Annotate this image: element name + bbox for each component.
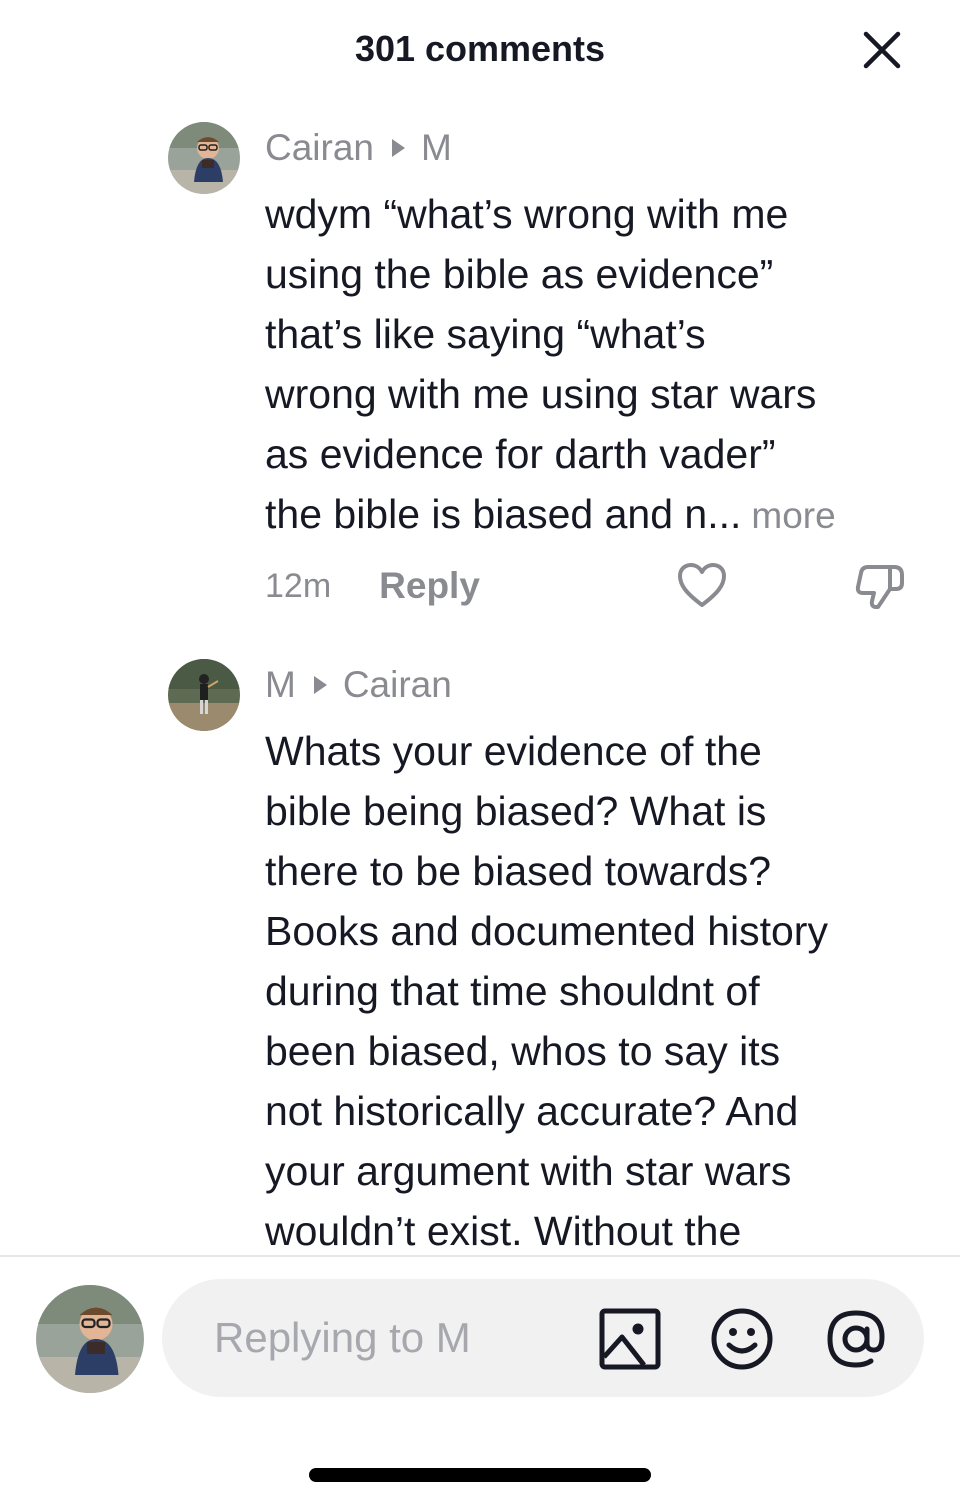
comments-header: 301 comments <box>0 0 960 100</box>
comment-text: Whats your evidence of the bible being b… <box>265 721 945 1255</box>
comment-line: using the bible as evidence” <box>265 251 774 297</box>
home-indicator <box>309 1468 651 1482</box>
truncated-text: the bible is biased and n <box>265 491 708 537</box>
comment-author-row: M Cairan <box>265 663 452 707</box>
comment-text: wdym “what’s wrong with me using the bib… <box>265 184 945 546</box>
comment-line: Whats your evidence of the <box>265 728 762 774</box>
dislike-icon <box>855 565 904 609</box>
comment-line: your argument with star wars <box>265 1148 792 1194</box>
comment-line: as evidence for darth vader” <box>265 431 776 477</box>
avatar[interactable] <box>168 122 240 194</box>
reply-arrow-icon <box>313 676 327 694</box>
comment-author-row: Cairan M <box>265 126 452 170</box>
comment-reply-to[interactable]: Cairan <box>343 664 452 706</box>
close-icon <box>863 31 901 69</box>
comments-count-title: 301 comments <box>354 28 606 69</box>
mention-button[interactable] <box>824 1307 888 1371</box>
comment-reply-to[interactable]: M <box>421 127 452 169</box>
like-button[interactable] <box>676 561 728 611</box>
reply-arrow-icon <box>392 139 405 157</box>
image-button[interactable] <box>598 1307 662 1371</box>
comment-line: during that time shouldnt of <box>265 968 760 1014</box>
comment-line: bible being biased? What is <box>265 788 767 834</box>
comment-meta: 12m Reply <box>265 561 480 611</box>
image-icon <box>599 1308 661 1370</box>
comment-time: 12m <box>265 566 332 605</box>
avatar[interactable] <box>168 659 240 731</box>
comment-line: not historically accurate? And <box>265 1088 799 1134</box>
more-link[interactable]: more <box>751 495 835 536</box>
my-avatar <box>36 1285 144 1393</box>
emoji-button[interactable] <box>710 1307 774 1371</box>
comment-author[interactable]: M <box>265 664 296 706</box>
reply-input-box[interactable] <box>162 1279 924 1397</box>
comment-line: there to be biased towards? <box>265 848 771 894</box>
heart-icon <box>678 563 726 607</box>
comment-line: wdym “what’s wrong with me <box>265 191 789 237</box>
close-button[interactable] <box>858 26 906 74</box>
reply-input[interactable] <box>214 1279 574 1397</box>
emoji-icon <box>711 1308 773 1370</box>
comment-author[interactable]: Cairan <box>265 127 374 169</box>
comment-line: wouldn’t exist. Without the <box>265 1208 742 1254</box>
reply-button[interactable]: Reply <box>379 565 480 607</box>
ellipsis: ... <box>707 491 742 537</box>
dislike-button[interactable] <box>854 561 908 611</box>
mention-icon <box>827 1310 885 1368</box>
comment-line-truncated: the bible is biased and n... more <box>265 484 945 546</box>
comment-line: been biased, whos to say its <box>265 1028 781 1074</box>
comments-sheet: 301 comments Cairan M wdym “what’s wrong… <box>0 0 960 1507</box>
comment-line: that’s like saying “what’s <box>265 311 706 357</box>
comment-list[interactable]: Cairan M wdym “what’s wrong with me usin… <box>0 100 960 1255</box>
comment-line: Books and documented history <box>265 908 828 954</box>
comment-line: wrong with me using star wars <box>265 371 817 417</box>
